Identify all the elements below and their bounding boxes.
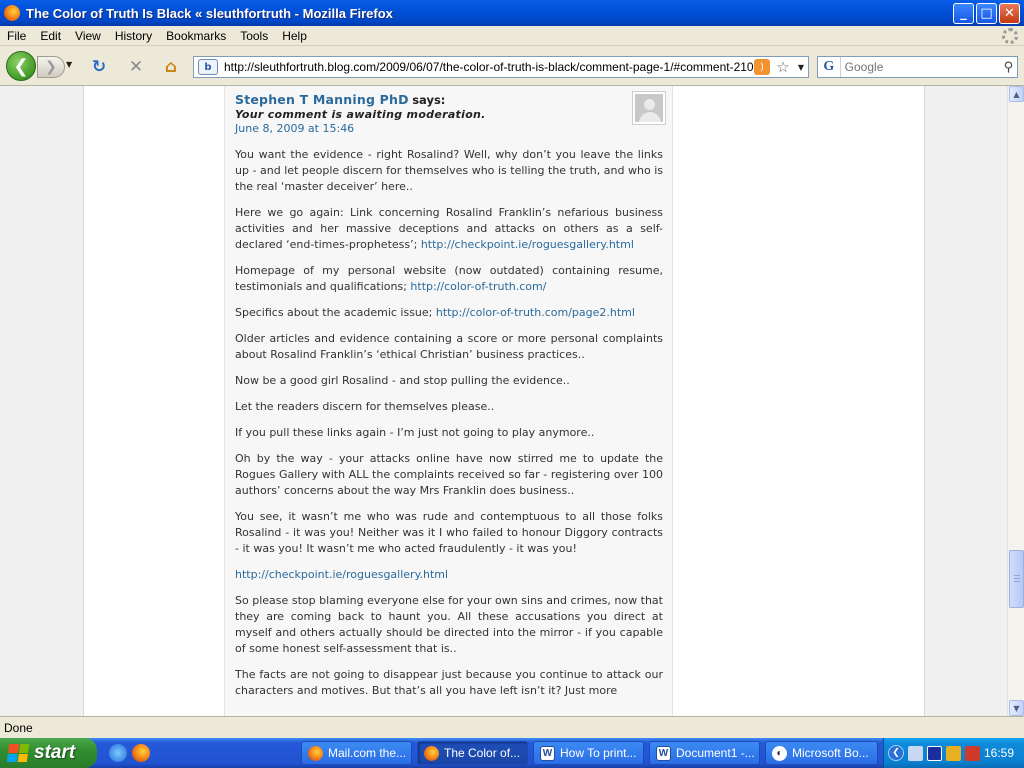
task-mail[interactable]: Mail.com the...: [301, 741, 412, 765]
tray-app-icon[interactable]: [946, 745, 961, 761]
vertical-scrollbar[interactable]: ▲ ▼: [1007, 86, 1024, 716]
url-dropdown-icon[interactable]: ▼: [794, 63, 808, 72]
stop-button[interactable]: ✕: [126, 57, 146, 77]
task-microsoft-bo[interactable]: ◐ Microsoft Bo...: [765, 741, 878, 765]
menu-file[interactable]: File: [0, 29, 33, 43]
start-button[interactable]: start: [0, 738, 97, 768]
tray-expand-icon[interactable]: ❮: [888, 745, 904, 761]
comment-paragraph: http://checkpoint.ie/roguesgallery.html: [235, 567, 663, 583]
network-icon[interactable]: [908, 745, 923, 761]
windows-logo-icon: [6, 744, 30, 762]
home-button[interactable]: ⌂: [161, 57, 181, 77]
status-text: Done: [4, 720, 33, 735]
minimize-button[interactable]: _: [953, 2, 974, 24]
reload-button[interactable]: ↻: [89, 57, 109, 77]
task-document1[interactable]: W Document1 -...: [649, 741, 760, 765]
search-input[interactable]: [840, 60, 1000, 74]
word-document-icon: W: [540, 745, 555, 761]
menu-bookmarks[interactable]: Bookmarks: [159, 29, 233, 43]
menu-history[interactable]: History: [108, 29, 159, 43]
firefox-quicklaunch-icon[interactable]: [132, 744, 150, 762]
word-document-icon: W: [656, 745, 671, 761]
comment-text: Specifics about the academic issue;: [235, 306, 436, 319]
comment-date-link[interactable]: June 8, 2009 at 15:46: [235, 122, 354, 135]
comment-paragraph: Specifics about the academic issue; http…: [235, 305, 663, 321]
security-shield-icon[interactable]: [965, 745, 980, 761]
comment-paragraph: You want the evidence - right Rosalind? …: [235, 148, 663, 193]
task-label: Mail.com the...: [328, 746, 407, 760]
status-bar: Done: [0, 716, 1024, 738]
title-bar[interactable]: The Color of Truth Is Black « sleuthfort…: [0, 0, 1024, 26]
task-how-to-print[interactable]: W How To print...: [533, 741, 644, 765]
back-button[interactable]: ❮: [6, 51, 36, 81]
rss-feed-icon[interactable]: ): [754, 59, 770, 75]
comment-paragraph: Oh by the way - your attacks online have…: [235, 452, 663, 497]
url-text[interactable]: http://sleuthfortruth.blog.com/2009/06/0…: [224, 60, 754, 74]
menu-edit[interactable]: Edit: [33, 29, 68, 43]
system-tray: ❮ 16:59: [883, 738, 1024, 768]
maximize-button[interactable]: □: [976, 2, 997, 24]
clock[interactable]: 16:59: [984, 746, 1014, 760]
comment-paragraph: So please stop blaming everyone else for…: [235, 594, 663, 655]
comment-paragraph: Let the readers discern for themselves p…: [235, 400, 495, 413]
page2-link[interactable]: http://color-of-truth.com/page2.html: [436, 306, 635, 319]
comment-paragraph: You see, it wasn’t me who was rude and c…: [235, 510, 663, 555]
page-viewport: Stephen T Manning PhD says: Your comment…: [0, 86, 1024, 716]
internet-explorer-icon[interactable]: [109, 744, 127, 762]
search-bar: G ⚲: [817, 56, 1018, 78]
comment-header: Stephen T Manning PhD says:: [235, 92, 663, 107]
task-label: How To print...: [560, 746, 637, 760]
menu-view[interactable]: View: [68, 29, 108, 43]
bookmark-star-icon[interactable]: ☆: [774, 58, 792, 76]
task-label: The Color of...: [444, 746, 521, 760]
search-engine-icon[interactable]: G: [818, 57, 841, 77]
throbber-icon: [1002, 28, 1018, 44]
forward-button[interactable]: ❯: [37, 56, 65, 78]
comment-paragraph: The facts are not going to disappear jus…: [235, 668, 663, 697]
history-dropdown-icon[interactable]: ▼: [66, 60, 72, 69]
microsoft-app-icon: ◐: [772, 745, 787, 761]
comment-author-link[interactable]: Stephen T Manning PhD: [235, 92, 409, 107]
media-player-icon[interactable]: [927, 745, 942, 761]
url-bar[interactable]: b http://sleuthfortruth.blog.com/2009/06…: [193, 56, 809, 78]
firefox-icon: [308, 745, 323, 761]
comment-paragraph: If you pull these links again - I’m just…: [235, 426, 595, 439]
firefox-icon: [4, 5, 20, 21]
comment: Stephen T Manning PhD says: Your comment…: [235, 92, 663, 709]
comment-paragraph: Older articles and evidence containing a…: [235, 332, 663, 361]
comment-paragraph: Homepage of my personal website (now out…: [235, 263, 663, 295]
taskbar: start Mail.com the... The Color of... W …: [0, 738, 1024, 768]
comment-paragraph: Here we go again: Link concerning Rosali…: [235, 205, 663, 253]
scrollbar-thumb[interactable]: [1009, 550, 1024, 608]
scroll-up-icon[interactable]: ▲: [1009, 86, 1024, 102]
task-label: Microsoft Bo...: [792, 746, 869, 760]
homepage-link[interactable]: http://color-of-truth.com/: [410, 280, 546, 293]
moderation-notice: Your comment is awaiting moderation.: [235, 108, 486, 121]
window-title: The Color of Truth Is Black « sleuthfort…: [26, 5, 393, 21]
close-button[interactable]: ✕: [999, 2, 1020, 24]
firefox-icon: [424, 745, 439, 761]
task-label: Document1 -...: [676, 746, 755, 760]
comment-paragraph: Now be a good girl Rosalind - and stop p…: [235, 374, 570, 387]
scroll-down-icon[interactable]: ▼: [1009, 700, 1024, 716]
roguesgallery-link[interactable]: http://checkpoint.ie/roguesgallery.html: [421, 238, 634, 251]
menu-help[interactable]: Help: [275, 29, 314, 43]
task-color-of-truth[interactable]: The Color of...: [417, 741, 528, 765]
search-magnifier-icon[interactable]: ⚲: [1000, 60, 1017, 75]
menu-tools[interactable]: Tools: [233, 29, 275, 43]
menu-bar: File Edit View History Bookmarks Tools H…: [0, 26, 1024, 46]
start-label: start: [34, 742, 76, 763]
comment-says-label: says:: [412, 93, 446, 107]
roguesgallery-link-2[interactable]: http://checkpoint.ie/roguesgallery.html: [235, 568, 448, 581]
site-favicon-icon: b: [198, 59, 218, 75]
